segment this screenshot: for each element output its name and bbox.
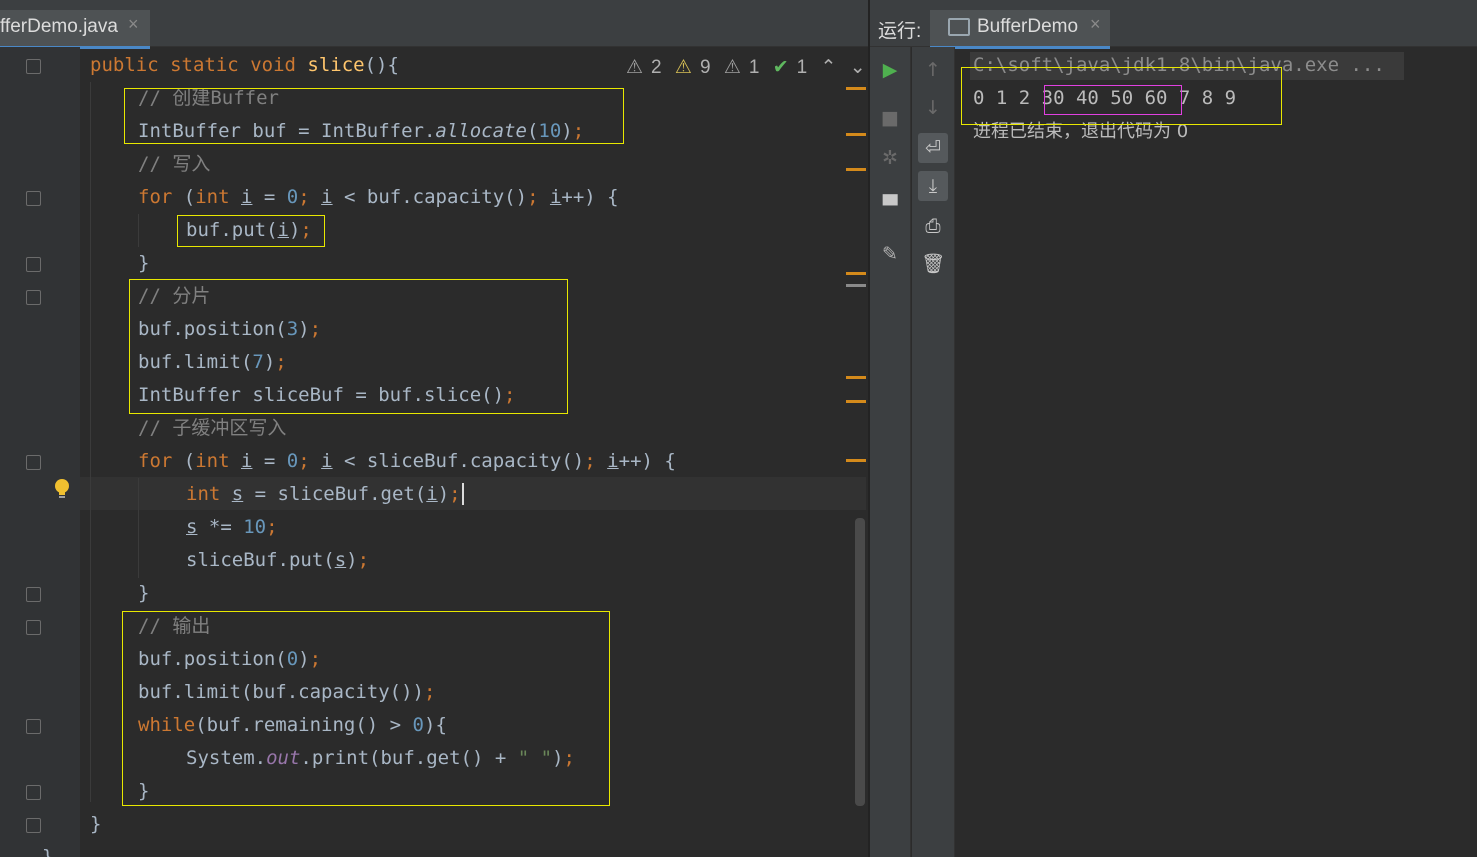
run-toolbar-primary: ▶ ■ ✲ ▀ ✎: [870, 47, 911, 857]
warning-icon: ⚠: [674, 57, 692, 78]
chevron-down-icon[interactable]: ⌄: [850, 57, 866, 78]
code-line-brace[interactable]: }: [138, 247, 868, 280]
scroll-mark[interactable]: [846, 133, 866, 136]
scrollbar-thumb[interactable]: [855, 518, 865, 806]
ok-count: 1: [796, 57, 808, 78]
fold-icon[interactable]: [26, 818, 41, 833]
close-icon[interactable]: ×: [128, 14, 139, 35]
rerun-icon[interactable]: ▶: [875, 55, 905, 85]
tab-bufferdemo-run[interactable]: BufferDemo ×: [930, 10, 1110, 49]
tab-label: fferDemo.java: [0, 16, 118, 37]
scroll-mark[interactable]: [846, 376, 866, 379]
code-editor[interactable]: fferDemo.java × public static void slice…: [0, 0, 868, 857]
fold-icon[interactable]: [26, 191, 41, 206]
layout-icon[interactable]: ▀: [875, 191, 905, 221]
pin-icon[interactable]: ✎: [875, 239, 905, 269]
highlight-box-put: [177, 215, 325, 247]
warning-icon: ⚠: [626, 57, 644, 78]
fold-icon[interactable]: [26, 785, 41, 800]
highlight-box-output: [122, 611, 610, 806]
arrow-up-icon[interactable]: ↑: [918, 55, 948, 85]
soft-wrap-icon[interactable]: ⏎: [918, 133, 948, 163]
tab-bufferdemo-java[interactable]: fferDemo.java ×: [0, 10, 150, 49]
fold-icon[interactable]: [26, 455, 41, 470]
text-cursor: [461, 483, 476, 505]
scroll-mark[interactable]: [846, 168, 866, 171]
scroll-mark[interactable]: [846, 272, 866, 275]
indent-guide: [138, 478, 139, 578]
lightbulb-icon[interactable]: [54, 478, 70, 500]
code-line-brace[interactable]: }: [90, 808, 868, 841]
fold-icon[interactable]: [26, 587, 41, 602]
editor-gutter: [0, 47, 80, 857]
run-tab-label: BufferDemo: [977, 16, 1079, 37]
debug-icon[interactable]: ✲: [875, 143, 905, 173]
code-line-brace[interactable]: }: [138, 577, 868, 610]
run-toolbar-secondary: ↑ ↓ ⏎ ⤓ ⎙ 🗑: [912, 47, 955, 857]
check-icon: ✔: [772, 57, 789, 78]
highlight-box-slice: [129, 279, 568, 414]
code-line-for-slice[interactable]: for (int i = 0; i < sliceBuf.capacity();…: [138, 445, 868, 478]
indent-guide: [138, 214, 139, 247]
code-line-slice-put[interactable]: sliceBuf.put(s);: [186, 544, 868, 577]
console-icon: [948, 18, 970, 36]
code-line-multiply[interactable]: s *= 10;: [186, 511, 868, 544]
fold-icon[interactable]: [26, 719, 41, 734]
scroll-mark[interactable]: [846, 284, 866, 287]
scroll-mark[interactable]: [846, 400, 866, 403]
fold-icon[interactable]: [26, 290, 41, 305]
scroll-mark[interactable]: [846, 87, 866, 90]
highlight-box-slice-values: [1044, 85, 1182, 115]
code-line-brace[interactable]: }: [42, 841, 868, 857]
scroll-mark[interactable]: [846, 459, 866, 462]
run-title: 运行:: [878, 21, 922, 42]
typo-count: 1: [748, 57, 760, 78]
trash-icon[interactable]: 🗑: [918, 249, 948, 279]
warning-icon: ⚠: [723, 57, 741, 78]
weak-warning-count: 2: [651, 57, 662, 78]
code-line-for-write[interactable]: for (int i = 0; i < buf.capacity(); i++)…: [138, 181, 868, 214]
comment-sub-buffer-write[interactable]: // 子缓冲区写入: [138, 412, 868, 445]
fold-icon[interactable]: [26, 59, 41, 74]
chevron-up-icon[interactable]: ⌃: [821, 57, 837, 78]
highlight-box-create: [124, 88, 624, 144]
inspection-widget[interactable]: ⚠ 2 ⚠ 9 ⚠ 1 ✔ 1 ⌃ ⌄: [626, 56, 868, 79]
stop-icon[interactable]: ■: [875, 103, 905, 133]
comment-write[interactable]: // 写入: [138, 148, 868, 181]
code-line-get[interactable]: int s = sliceBuf.get(i);: [186, 478, 868, 511]
close-icon[interactable]: ×: [1090, 14, 1101, 35]
editor-tab-bar: fferDemo.java ×: [0, 0, 868, 49]
print-icon[interactable]: ⎙: [918, 211, 948, 241]
scroll-to-end-icon[interactable]: ⤓: [918, 171, 948, 201]
fold-icon[interactable]: [26, 257, 41, 272]
indent-guide: [90, 82, 91, 802]
fold-icon[interactable]: [26, 620, 41, 635]
arrow-down-icon[interactable]: ↓: [918, 93, 948, 123]
warning-count: 9: [699, 57, 711, 78]
